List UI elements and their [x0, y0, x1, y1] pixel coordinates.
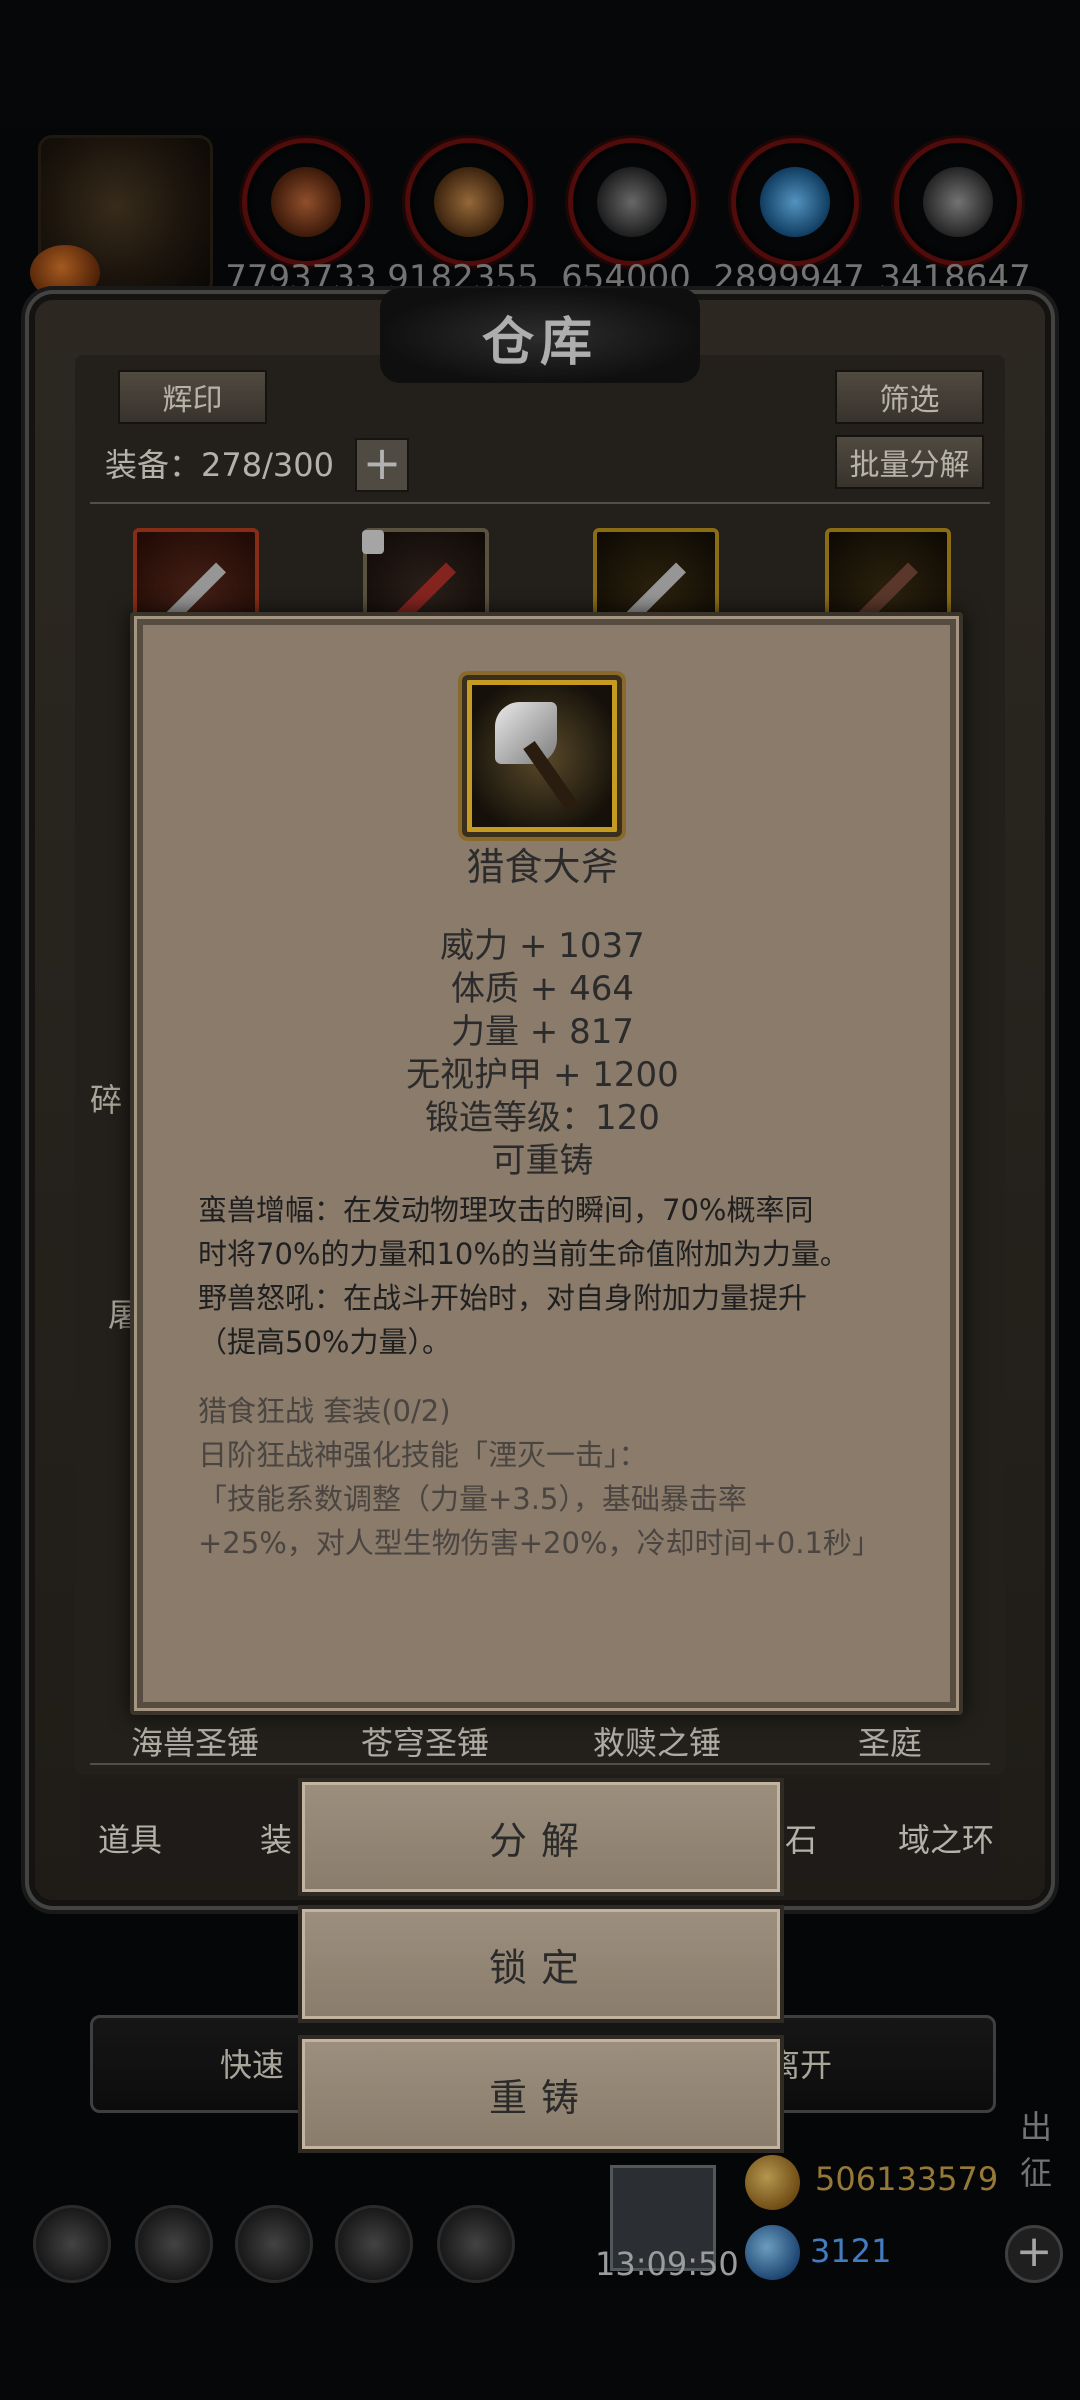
set-bonus-line: +25%，对人型生物伤害+20%，冷却时间+0.1秒」: [198, 1526, 881, 1560]
stat-forge-level: 锻造等级：120: [425, 1098, 660, 1138]
item-icon-frame: [462, 675, 622, 837]
stat-reforgeable: 可重铸: [491, 1141, 594, 1181]
item-name-title: 猎食大斧: [466, 845, 619, 889]
lock-button[interactable]: 锁定: [298, 1905, 784, 2023]
stat-strength: 力量 + 817: [451, 1012, 634, 1052]
stat-constitution: 体质 + 464: [451, 969, 634, 1009]
skill-description-line: （提高50%力量）。: [198, 1325, 451, 1359]
reforge-button[interactable]: 重铸: [298, 2035, 784, 2153]
axe-icon: [495, 702, 557, 764]
set-bonus-line: 「技能系数调整（力量+3.5），基础暴击率: [198, 1482, 747, 1516]
stat-power: 威力 + 1037: [440, 926, 645, 966]
set-bonus-line: 猎食狂战 套装(0/2): [198, 1394, 451, 1428]
set-bonus-line: 日阶狂战神强化技能「湮灭一击」：: [198, 1438, 648, 1472]
stat-ignore-armor: 无视护甲 + 1200: [406, 1055, 679, 1095]
skill-description-line: 时将70%的力量和10%的当前生命值附加为力量。: [198, 1237, 849, 1271]
decompose-button[interactable]: 分解: [298, 1778, 784, 1896]
skill-description-line: 蛮兽增幅：在发动物理攻击的瞬间，70%概率同: [198, 1193, 814, 1227]
skill-description-line: 野兽怒吼：在战斗开始时，对自身附加力量提升: [198, 1281, 808, 1315]
